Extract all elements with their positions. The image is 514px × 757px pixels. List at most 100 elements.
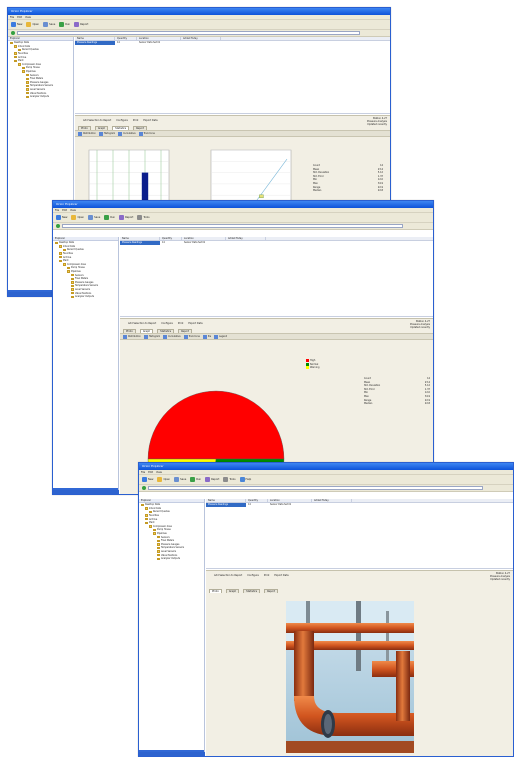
- tree-node[interactable]: Analyzer Outputs: [53, 295, 118, 299]
- add-to-report-button[interactable]: Add Selection to Report: [83, 119, 111, 122]
- window-front: Orion Explorer File Edit View New Open S…: [138, 462, 514, 757]
- column-name[interactable]: Name: [75, 37, 115, 40]
- chart-tool-distribution[interactable]: Distribution: [78, 131, 96, 136]
- open-button[interactable]: Open: [26, 22, 39, 27]
- tree-node-label: Archive: [18, 55, 27, 59]
- help-button[interactable]: Help: [239, 477, 251, 482]
- menu-view[interactable]: View: [70, 208, 76, 212]
- chart-tool-histogram[interactable]: Histogram: [98, 131, 115, 136]
- go-icon[interactable]: [11, 31, 15, 35]
- chart-tool-legend[interactable]: Legend: [214, 334, 227, 339]
- chart-tool-trend[interactable]: Trend Line: [138, 131, 155, 136]
- list-item[interactable]: Pressure Readings 14 Sensor Data Set 01: [75, 41, 390, 45]
- export-button[interactable]: Export Data: [143, 119, 157, 122]
- menu-view[interactable]: View: [25, 15, 31, 19]
- report-button[interactable]: Report: [119, 215, 133, 220]
- tree-node[interactable]: Analyzer Outputs: [139, 557, 204, 561]
- list-item[interactable]: Pressure Readings 14 Sensor Data Set 01: [120, 241, 433, 245]
- open-button[interactable]: Open: [157, 477, 170, 482]
- tools-button[interactable]: Tools: [223, 477, 236, 482]
- list-item[interactable]: Pressure Readings 14 Sensor Data Set 01: [206, 503, 513, 507]
- chart-tool-pie[interactable]: Pie: [202, 334, 211, 339]
- column-quantity[interactable]: Quantity: [246, 499, 268, 502]
- go-icon[interactable]: [56, 224, 60, 228]
- explorer-tree: Explorer Desktop Data Inbox Data Recent Qu…: [139, 499, 205, 756]
- address-input[interactable]: [62, 224, 403, 228]
- run-button[interactable]: Run: [59, 22, 70, 27]
- tab-photo[interactable]: Photo: [78, 125, 91, 130]
- tree-node-label: Analyzer Outputs: [161, 557, 180, 561]
- save-button[interactable]: Save: [88, 215, 100, 220]
- print-button[interactable]: Print: [264, 574, 270, 577]
- new-button[interactable]: New: [142, 477, 153, 482]
- run-button[interactable]: Run: [190, 477, 201, 482]
- menu-view[interactable]: View: [156, 470, 162, 474]
- tree-body: Desktop Data Inbox Data Recent Queries Favo…: [8, 41, 73, 99]
- go-icon[interactable]: [142, 486, 146, 490]
- menu-edit[interactable]: Edit: [148, 470, 153, 474]
- tab-report[interactable]: Report: [264, 588, 279, 593]
- tab-graph[interactable]: Graph: [94, 125, 109, 130]
- chart-tool-cumulative[interactable]: Cumulative: [163, 334, 181, 339]
- tab-statistics[interactable]: Statistics: [243, 588, 261, 593]
- address-input[interactable]: [148, 486, 483, 490]
- new-button[interactable]: New: [11, 22, 22, 27]
- folder-icon: [141, 503, 144, 506]
- column-name[interactable]: Name: [120, 237, 160, 240]
- run-button[interactable]: Run: [104, 215, 115, 220]
- folder-icon: [153, 532, 156, 535]
- tab-graph[interactable]: Graph: [225, 588, 240, 593]
- menu-edit[interactable]: Edit: [17, 15, 22, 19]
- address-input[interactable]: [17, 31, 360, 35]
- info-updated: Updated recently: [410, 326, 430, 330]
- export-button[interactable]: Export Data: [188, 322, 202, 325]
- tab-graph[interactable]: Graph: [139, 328, 154, 333]
- column-quantity[interactable]: Quantity: [115, 37, 137, 40]
- print-button[interactable]: Print: [133, 119, 139, 122]
- column-name[interactable]: Name: [206, 499, 246, 502]
- toolbar: New Open Save Run Report Tools Help: [139, 475, 513, 485]
- print-button[interactable]: Print: [178, 322, 184, 325]
- tab-photo[interactable]: Photo: [123, 328, 136, 333]
- tree-node[interactable]: Analyzer Outputs: [8, 95, 73, 99]
- tab-statistics[interactable]: Statistics: [112, 125, 130, 130]
- column-location[interactable]: Location: [137, 37, 181, 40]
- chart-tool-trend[interactable]: Trend Line: [183, 334, 200, 339]
- column-added[interactable]: Added Today: [181, 37, 221, 40]
- configure-button[interactable]: Configure: [247, 574, 259, 577]
- chart-tool-histogram[interactable]: Histogram: [143, 334, 160, 339]
- column-location[interactable]: Location: [182, 237, 226, 240]
- folder-icon: [26, 77, 29, 80]
- report-icon: [205, 477, 211, 482]
- chart-tool-distribution[interactable]: Distribution: [123, 334, 141, 339]
- save-button[interactable]: Save: [174, 477, 186, 482]
- tree-node-label: Valve Positions: [75, 291, 92, 295]
- menu-file[interactable]: File: [141, 470, 145, 474]
- menu-file[interactable]: File: [55, 208, 59, 212]
- configure-button[interactable]: Configure: [161, 322, 173, 325]
- menu-file[interactable]: File: [10, 15, 14, 19]
- report-button[interactable]: Report: [205, 477, 219, 482]
- column-quantity[interactable]: Quantity: [160, 237, 182, 240]
- chart-tool-cumulative[interactable]: Cumulative: [118, 131, 136, 136]
- add-to-report-button[interactable]: Add Selection to Report: [128, 322, 156, 325]
- column-location[interactable]: Location: [268, 499, 312, 502]
- add-to-report-button[interactable]: Add Selection to Report: [214, 574, 242, 577]
- column-added[interactable]: Added Today: [226, 237, 266, 240]
- tab-statistics[interactable]: Statistics: [157, 328, 175, 333]
- legend-item: Warning: [306, 366, 319, 370]
- report-button[interactable]: Report: [74, 22, 88, 27]
- tab-photo[interactable]: Photo: [209, 588, 222, 593]
- save-button[interactable]: Save: [43, 22, 55, 27]
- pipeline-photo: [286, 601, 414, 753]
- menu-edit[interactable]: Edit: [62, 208, 67, 212]
- configure-button[interactable]: Configure: [116, 119, 128, 122]
- tab-report[interactable]: Report: [133, 125, 148, 130]
- column-added[interactable]: Added Today: [312, 499, 352, 502]
- tab-report[interactable]: Report: [178, 328, 193, 333]
- tools-button[interactable]: Tools: [137, 215, 150, 220]
- new-button[interactable]: New: [56, 215, 67, 220]
- open-button[interactable]: Open: [71, 215, 84, 220]
- export-button[interactable]: Export Data: [274, 574, 288, 577]
- tree-node-label: Pressure Gauges: [75, 280, 94, 284]
